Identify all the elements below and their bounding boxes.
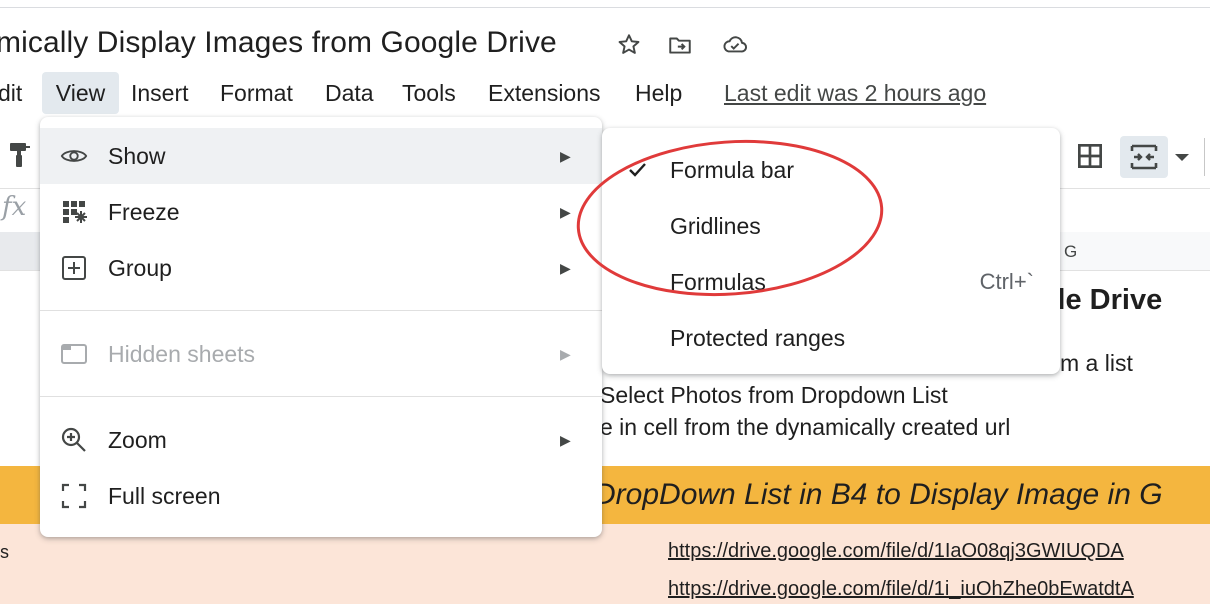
show-submenu: Formula bar Gridlines Formulas Ctrl+` Pr… xyxy=(602,128,1060,374)
view-menu-full-screen-label: Full screen xyxy=(108,483,221,509)
plus-box-icon xyxy=(60,254,88,282)
view-menu-freeze[interactable]: Freeze ▶ xyxy=(40,184,602,240)
menu-help[interactable]: Help xyxy=(635,72,682,114)
sheet-text-line1: m a list xyxy=(1060,350,1133,376)
move-to-folder-icon[interactable] xyxy=(665,30,695,60)
toolbar-divider xyxy=(1204,138,1205,176)
show-formula-bar[interactable]: Formula bar xyxy=(602,142,1060,198)
document-title[interactable]: mically Display Images from Google Drive xyxy=(0,26,557,60)
image-url-link-1[interactable]: https://drive.google.com/file/d/1IaO08qj… xyxy=(668,540,1124,563)
column-header-g[interactable]: G xyxy=(1064,242,1077,262)
menu-extensions[interactable]: Extensions xyxy=(488,72,601,114)
cloud-saved-icon[interactable] xyxy=(720,30,750,60)
star-icon[interactable] xyxy=(614,30,644,60)
show-formulas[interactable]: Formulas Ctrl+` xyxy=(602,254,1060,310)
show-protected-ranges-label: Protected ranges xyxy=(670,325,846,351)
eye-icon xyxy=(60,142,88,170)
merge-cells-icon[interactable] xyxy=(1120,136,1168,178)
menu-separator xyxy=(40,310,602,311)
menu-insert[interactable]: Insert xyxy=(131,72,189,114)
show-gridlines[interactable]: Gridlines xyxy=(602,198,1060,254)
view-menu-show[interactable]: Show ▶ xyxy=(40,128,602,184)
menu-edit[interactable]: dit xyxy=(0,72,22,114)
paint-format-icon[interactable] xyxy=(6,140,34,170)
view-menu-zoom[interactable]: Zoom ▶ xyxy=(40,412,602,468)
view-menu-show-label: Show xyxy=(108,143,166,169)
image-url-link-2[interactable]: https://drive.google.com/file/d/1i_iuOhZ… xyxy=(668,578,1134,601)
zoom-in-icon xyxy=(60,426,88,454)
fullscreen-icon xyxy=(60,482,88,510)
view-menu-group[interactable]: Group ▶ xyxy=(40,240,602,296)
select-all-corner[interactable] xyxy=(0,232,40,270)
view-menu-freeze-label: Freeze xyxy=(108,199,180,225)
last-edit-link[interactable]: Last edit was 2 hours ago xyxy=(724,72,986,114)
sheet-text-line3: e in cell from the dynamically created u… xyxy=(600,414,1011,440)
show-gridlines-label: Gridlines xyxy=(670,213,761,239)
show-formula-bar-label: Formula bar xyxy=(670,157,794,183)
submenu-arrow-icon: ▶ xyxy=(560,260,571,276)
merge-dropdown-icon[interactable] xyxy=(1172,150,1192,164)
submenu-arrow-icon: ▶ xyxy=(560,346,571,362)
banner-text: DropDown List in B4 to Display Image in … xyxy=(594,478,1163,511)
sheet-text-line2: Select Photos from Dropdown List xyxy=(600,382,948,408)
menu-tools[interactable]: Tools xyxy=(402,72,456,114)
view-menu-hidden-sheets: Hidden sheets ▶ xyxy=(40,326,602,382)
menu-bar: dit View Insert Format Data Tools Extens… xyxy=(0,72,1210,114)
view-menu-hidden-sheets-label: Hidden sheets xyxy=(108,341,256,367)
fx-icon: fx xyxy=(2,192,27,222)
row-label: s xyxy=(0,542,9,562)
show-formulas-shortcut: Ctrl+` xyxy=(979,269,1034,294)
window-top-border xyxy=(0,7,1210,8)
show-formulas-label: Formulas xyxy=(670,269,766,295)
submenu-arrow-icon: ▶ xyxy=(560,204,571,220)
menu-data[interactable]: Data xyxy=(325,72,374,114)
submenu-arrow-icon: ▶ xyxy=(560,432,571,448)
submenu-arrow-icon: ▶ xyxy=(560,148,571,164)
view-menu-dropdown: Show ▶ Freeze ▶ Group ▶ Hidden sheets ▶ … xyxy=(40,117,602,537)
view-menu-full-screen[interactable]: Full screen xyxy=(40,468,602,524)
view-menu-zoom-label: Zoom xyxy=(108,427,167,453)
menu-format[interactable]: Format xyxy=(220,72,293,114)
menu-separator xyxy=(40,396,602,397)
view-menu-group-label: Group xyxy=(108,255,172,281)
hidden-sheet-icon xyxy=(60,340,88,368)
freeze-grid-icon xyxy=(60,198,88,226)
menu-view[interactable]: View xyxy=(42,72,119,114)
borders-icon[interactable] xyxy=(1074,140,1106,172)
show-protected-ranges[interactable]: Protected ranges xyxy=(602,310,1060,366)
